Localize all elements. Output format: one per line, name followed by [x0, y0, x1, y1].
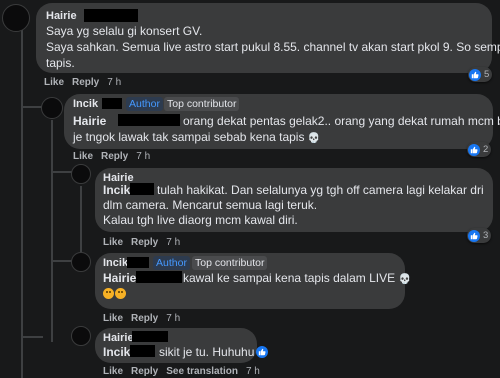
comment-text-line: Saya sahkan. Semua live astro start puku… — [46, 40, 500, 54]
reaction-number: 5 — [484, 69, 490, 80]
top-contributor-badge: Top contributor — [164, 97, 240, 111]
redacted-name — [136, 271, 182, 283]
like-button[interactable]: Like — [103, 366, 123, 377]
comment-text-line: sikit je tu. Huhuhu — [159, 345, 255, 359]
comment-actions: Like Reply 7 h — [44, 77, 129, 88]
comment-actions: Like Reply 7 h — [103, 237, 188, 248]
reaction-count[interactable]: 3 — [467, 228, 492, 243]
comment-text-line: Hairie — [73, 114, 106, 130]
comment-text-line: je tngok lawak tak sampai sebab kena tap… — [73, 130, 320, 147]
laughing-emoji-icon — [103, 288, 114, 299]
like-reaction-icon — [468, 143, 480, 156]
thread-line — [21, 30, 23, 378]
redacted-name — [102, 98, 122, 109]
mention[interactable]: Hairie — [103, 271, 136, 285]
redacted-name — [118, 114, 180, 126]
commenter-name[interactable]: Hairie — [46, 10, 77, 22]
reaction-number: 3 — [483, 230, 489, 241]
thread-line — [51, 260, 73, 262]
avatar[interactable] — [71, 326, 91, 346]
redacted-name — [130, 183, 154, 195]
like-button[interactable]: Like — [103, 237, 123, 248]
like-reaction-icon — [468, 229, 480, 242]
comment-actions: Like Reply 7 h — [73, 151, 158, 162]
comment-text-line: orang dekat pentas gelak2.. orang yang d… — [183, 114, 500, 128]
comment-actions: Like Reply See translation 7 h — [103, 366, 268, 377]
redacted-name — [84, 9, 138, 22]
commenter-name[interactable]: Incik — [73, 98, 98, 110]
reply-button[interactable]: Reply — [131, 237, 158, 248]
reply-button[interactable]: Reply — [72, 77, 99, 88]
comment-actions: Like Reply 7 h — [103, 313, 188, 324]
reply-button[interactable]: Reply — [131, 313, 158, 324]
emoji-row — [103, 287, 127, 303]
reaction-number: 2 — [483, 144, 489, 155]
comment-text-line: tapis. — [46, 56, 75, 70]
timestamp[interactable]: 7 h — [107, 77, 121, 88]
comment-text-line: dlm camera. Mencarut semua lagi teruk. — [103, 198, 318, 212]
thread-line — [80, 186, 82, 252]
like-button[interactable]: Like — [73, 151, 93, 162]
commenter-name[interactable]: Hairie — [103, 332, 134, 344]
avatar[interactable] — [41, 97, 63, 119]
like-button[interactable]: Like — [103, 313, 123, 324]
avatar[interactable] — [2, 4, 30, 32]
comment-text-line: Hairie — [103, 271, 136, 287]
see-translation-button[interactable]: See translation — [166, 366, 238, 377]
timestamp[interactable]: 7 h — [166, 237, 180, 248]
reaction-count[interactable]: 5 — [468, 67, 493, 82]
thread-line — [51, 120, 53, 342]
reply-button[interactable]: Reply — [101, 151, 128, 162]
comment-text-line: Incik — [103, 345, 130, 361]
redacted-name — [127, 257, 149, 268]
comment-text-line: tulah hakikat. Dan selalunya yg tgh off … — [157, 183, 484, 197]
author-badge: Author — [126, 97, 163, 111]
like-button[interactable]: Like — [44, 77, 64, 88]
avatar[interactable] — [71, 252, 91, 272]
top-contributor-badge: Top contributor — [192, 256, 268, 270]
reaction-count[interactable]: 2 — [467, 142, 492, 157]
thread-line — [51, 171, 73, 173]
avatar[interactable] — [71, 164, 91, 184]
redacted-name — [132, 331, 168, 342]
skull-emoji-icon: 💀 — [307, 133, 321, 144]
comment-text-line: kawal ke sampai kena tapis dalam LIVE 💀 — [183, 271, 411, 288]
skull-emoji-icon: 💀 — [398, 274, 411, 285]
timestamp[interactable]: 7 h — [166, 313, 180, 324]
laughing-emoji-icon — [115, 288, 126, 299]
timestamp[interactable]: 7 h — [246, 366, 260, 377]
thread-line — [21, 336, 43, 338]
like-emoji-icon — [256, 346, 268, 358]
comment-text-line: Saya yg selalu gi konsert GV. — [46, 24, 203, 38]
mention[interactable]: Incik — [103, 345, 130, 359]
thread-line — [21, 106, 43, 108]
reply-button[interactable]: Reply — [131, 366, 158, 377]
like-reaction-icon — [469, 68, 481, 81]
mention[interactable]: Incik — [103, 183, 130, 197]
comment-text-line: Incik — [103, 183, 130, 199]
timestamp[interactable]: 7 h — [136, 151, 150, 162]
mention[interactable]: Hairie — [73, 114, 106, 128]
author-badge: Author — [153, 256, 190, 270]
comment-text-line: Kalau tgh live diaorg mcm kawal diri. — [103, 213, 298, 227]
commenter-name[interactable]: Incik — [103, 257, 128, 269]
redacted-name — [130, 345, 155, 357]
